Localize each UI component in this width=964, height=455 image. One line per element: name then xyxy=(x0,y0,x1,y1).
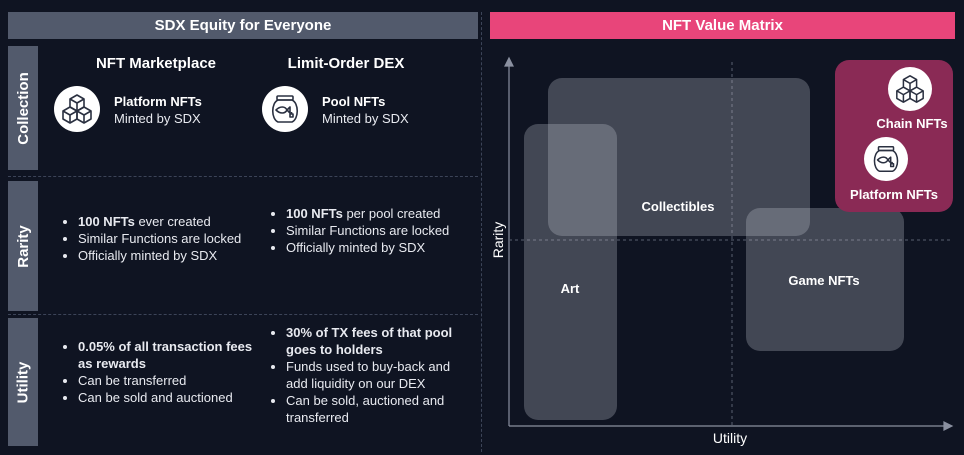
panel-separator xyxy=(481,12,482,452)
region-label-game-nfts: Game NFTs xyxy=(788,273,860,288)
right-panel-title: NFT Value Matrix xyxy=(662,17,783,34)
region-art xyxy=(524,124,617,420)
rarity-list: 100 NFTs per pool created Similar Functi… xyxy=(270,205,456,256)
utility-list: 0.05% of all transaction fees as rewards… xyxy=(62,338,253,406)
row-label-rarity: Rarity xyxy=(8,181,38,311)
right-panel-header: NFT Value Matrix xyxy=(490,12,955,39)
left-panel-title: SDX Equity for Everyone xyxy=(154,17,332,34)
list-item: Funds used to buy-back and add liquidity… xyxy=(286,358,461,392)
platform-nfts-label: Platform NFTs xyxy=(850,187,938,202)
fishbowl-icon xyxy=(864,137,908,181)
x-axis-label: Utility xyxy=(712,430,748,446)
list-item: Similar Functions are locked xyxy=(286,222,456,239)
collection-subtitle: Minted by SDX xyxy=(322,111,409,126)
utility-list: 30% of TX fees of that pool goes to hold… xyxy=(270,324,461,426)
region-label-art: Art xyxy=(560,281,580,296)
cubes-icon xyxy=(54,86,100,132)
row-divider xyxy=(8,176,478,177)
fishbowl-icon xyxy=(262,86,308,132)
row-label-utility: Utility xyxy=(8,318,38,446)
row-label-collection: Collection xyxy=(8,46,38,170)
list-item: Similar Functions are locked xyxy=(78,230,258,247)
y-axis-label: Rarity xyxy=(490,221,506,259)
list-item: Officially minted by SDX xyxy=(286,239,456,256)
list-item: 100 NFTs per pool created xyxy=(286,205,456,222)
list-item: 100 NFTs ever created xyxy=(78,213,258,230)
list-item: Can be sold and auctioned xyxy=(78,389,253,406)
collection-title: Pool NFTs xyxy=(322,94,386,109)
list-item: 0.05% of all transaction fees as rewards xyxy=(78,338,253,372)
chain-nfts-label: Chain NFTs xyxy=(876,116,948,131)
rarity-list: 100 NFTs ever created Similar Functions … xyxy=(62,213,258,264)
column-title-nft-marketplace: NFT Marketplace xyxy=(95,55,217,72)
left-panel-header: SDX Equity for Everyone xyxy=(8,12,478,39)
region-label-collectibles: Collectibles xyxy=(641,199,715,214)
collection-title: Platform NFTs xyxy=(114,94,202,109)
cubes-icon xyxy=(888,67,932,111)
list-item: Can be sold, auctioned and transferred xyxy=(286,392,461,426)
collection-subtitle: Minted by SDX xyxy=(114,111,201,126)
row-divider xyxy=(8,314,478,315)
list-item: Officially minted by SDX xyxy=(78,247,258,264)
list-item: Can be transferred xyxy=(78,372,253,389)
column-title-limit-order-dex: Limit-Order DEX xyxy=(287,55,405,72)
list-item: 30% of TX fees of that pool goes to hold… xyxy=(286,324,461,358)
